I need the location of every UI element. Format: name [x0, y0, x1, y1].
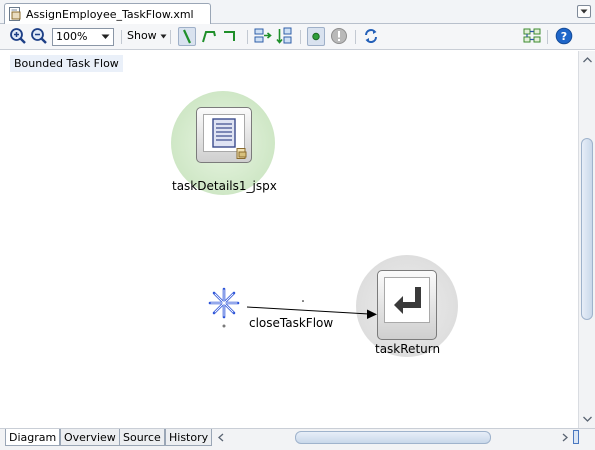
scroll-left-icon[interactable] [216, 431, 226, 444]
orthogonal-line-icon [224, 31, 235, 41]
show-menu-label: Show [127, 29, 157, 42]
show-menu-button[interactable]: Show [127, 29, 167, 45]
editor-menu-button[interactable] [577, 5, 591, 18]
editor-bottom-tabs: Diagram Overview Source History [0, 428, 595, 450]
tab-history[interactable]: History [165, 429, 213, 446]
vertical-scroll-thumb[interactable] [581, 138, 593, 320]
warning-button[interactable] [330, 27, 348, 46]
horizontal-scrollbar[interactable] [229, 431, 567, 444]
editor-tab[interactable]: AssignEmployee_TaskFlow.xml [4, 3, 211, 24]
help-icon: ? [555, 27, 573, 45]
zoom-in-icon [10, 28, 26, 44]
control-flow-label: closeTaskFlow [249, 316, 334, 330]
editor-tab-title: AssignEmployee_TaskFlow.xml [26, 7, 194, 21]
chevron-down-icon [101, 34, 110, 39]
tab-diagram[interactable]: Diagram [5, 429, 61, 446]
scroll-right-icon[interactable] [560, 431, 570, 444]
layout-vertical-icon [276, 27, 292, 44]
tab-overview[interactable]: Overview [60, 429, 120, 446]
layout-horizontal-button[interactable] [254, 27, 272, 46]
run-dot-icon [312, 32, 320, 41]
layout-horizontal-icon [254, 28, 272, 43]
straight-line-icon [183, 29, 191, 44]
zoom-level-select[interactable]: 100% [52, 28, 114, 46]
return-node-label: taskReturn [375, 342, 441, 356]
oblique-line-button[interactable] [200, 27, 218, 46]
run-mode-button[interactable] [307, 27, 325, 46]
editor-tab-bar: AssignEmployee_TaskFlow.xml [0, 0, 595, 24]
task-flow-return-node[interactable] [377, 270, 437, 340]
exclamation-icon [331, 28, 347, 44]
zoom-level-value: 100% [56, 30, 88, 43]
oblique-line-icon [202, 31, 216, 43]
tab-source[interactable]: Source [119, 429, 165, 446]
orthogonal-line-button[interactable] [221, 27, 239, 46]
diagram-properties-button[interactable] [523, 27, 541, 46]
refresh-icon [365, 29, 377, 43]
xml-file-icon [9, 7, 21, 21]
bounded-task-flow-label: Bounded Task Flow [10, 55, 123, 72]
page-file-badge-icon [236, 148, 247, 159]
chevron-down-icon [580, 9, 588, 14]
split-handle[interactable] [573, 430, 579, 444]
tab-close-icon[interactable] [193, 7, 207, 21]
toolbar-separator [547, 30, 548, 44]
chevron-down-icon [160, 34, 167, 38]
view-page-icon [203, 114, 245, 152]
help-button[interactable]: ? [555, 27, 573, 46]
return-icon [384, 277, 430, 323]
horizontal-scroll-thumb[interactable] [295, 431, 491, 444]
toolbar-separator [355, 30, 356, 44]
layout-vertical-button[interactable] [275, 27, 293, 46]
wildcard-control-flow-icon[interactable] [204, 285, 244, 335]
toolbar-separator [300, 30, 301, 44]
toolbar-separator [247, 30, 248, 44]
vertical-scrollbar[interactable] [578, 51, 595, 428]
diagram-toolbar: 100% Show ? [0, 24, 595, 50]
svg-text:?: ? [561, 30, 567, 43]
view-activity-node[interactable] [196, 107, 252, 163]
refresh-button[interactable] [362, 27, 380, 46]
zoom-out-icon [31, 28, 47, 44]
straight-line-button[interactable] [178, 27, 196, 46]
zoom-in-button[interactable] [9, 27, 27, 46]
view-node-label: taskDetails1_jspx [172, 179, 277, 193]
zoom-out-button[interactable] [30, 27, 48, 46]
toolbar-separator [170, 30, 171, 44]
toolbar-separator [121, 30, 122, 44]
scroll-up-icon[interactable] [580, 54, 595, 66]
scroll-down-icon[interactable] [580, 413, 595, 425]
diagram-canvas[interactable]: Bounded Task Flow taskDetails1_jspx task… [5, 51, 578, 428]
diagram-layout-icon [523, 28, 541, 43]
